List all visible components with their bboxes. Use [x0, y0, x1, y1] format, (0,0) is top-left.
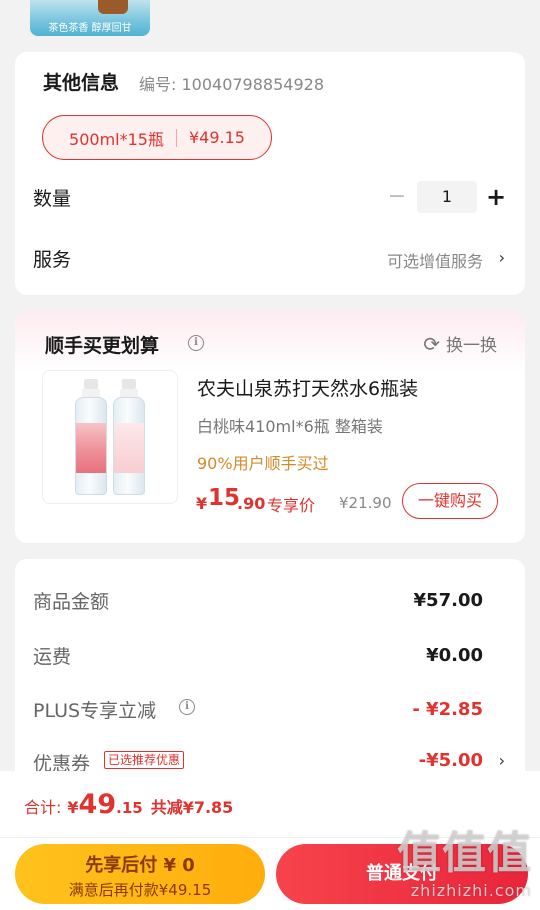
pay-later-subtitle: 满意后再付款¥49.15	[68, 881, 212, 899]
chevron-right-icon[interactable]: ›	[499, 751, 505, 770]
spec-option-selected[interactable]: 500ml*15瓶 ¥49.15	[42, 115, 272, 160]
swap-button[interactable]: ⟳ 换一换	[423, 331, 497, 357]
total-label: 合计:	[24, 798, 62, 817]
info-icon[interactable]: i	[179, 699, 195, 715]
deal-product-name[interactable]: 农夫山泉苏打天然水6瓶装	[197, 374, 418, 401]
divider	[0, 837, 540, 838]
other-info-title: 其他信息	[43, 72, 120, 94]
deal-price-decimal: .90	[237, 494, 266, 513]
service-value[interactable]: 可选增值服务	[387, 248, 483, 272]
summary-value-shipping: ¥0.00	[426, 645, 483, 666]
one-click-buy-button[interactable]: 一键购买	[402, 483, 498, 519]
total-savings: 共减¥7.85	[150, 798, 234, 817]
refresh-icon: ⟳	[423, 331, 440, 356]
bundle-deal-card: 顺手买更划算 i ⟳ 换一换 农夫山泉苏打天然水6瓶装 白桃味410ml*6瓶 …	[15, 311, 525, 543]
summary-label-goods: 商品金额	[33, 591, 110, 613]
product-image-decor	[98, 0, 128, 14]
spec-divider	[175, 128, 177, 147]
deal-product-image[interactable]	[42, 370, 178, 504]
summary-value-coupon[interactable]: -¥5.00	[419, 750, 483, 771]
spec-size: 500ml*15瓶	[69, 129, 164, 149]
total-amount: 合计: ¥ 49 .15 共减¥7.85	[24, 789, 233, 820]
deal-price-tag: 专享价	[267, 496, 316, 515]
deal-price-currency: ¥	[196, 494, 208, 513]
quantity-increase-button[interactable]: +	[485, 183, 507, 211]
deal-price-integer: 15	[208, 485, 241, 511]
deal-title: 顺手买更划算	[45, 335, 160, 357]
bottle-image	[113, 379, 145, 497]
bottle-image	[75, 379, 107, 497]
coupon-recommended-badge: 已选推荐优惠	[104, 751, 185, 769]
deal-product-hint: 90%用户顺手买过	[197, 454, 329, 473]
summary-value-goods: ¥57.00	[413, 590, 483, 611]
product-image-thumbnail: 茶色茶香 醇厚回甘	[30, 0, 150, 36]
swap-label: 换一换	[446, 336, 497, 356]
info-icon[interactable]: i	[188, 335, 204, 351]
deal-original-price: ¥21.90	[339, 494, 392, 512]
total-currency: ¥	[67, 798, 79, 817]
summary-label-shipping: 运费	[33, 646, 72, 668]
quantity-input[interactable]: 1	[417, 181, 477, 213]
pay-later-button[interactable]: 先享后付 ¥ 0 满意后再付款¥49.15	[15, 844, 265, 904]
summary-label-plus: PLUS专享立减	[33, 700, 157, 722]
product-image-caption: 茶色茶香 醇厚回甘	[48, 23, 132, 34]
quantity-decrease-button[interactable]: −	[387, 185, 407, 209]
normal-pay-button[interactable]: 普通支付	[276, 844, 528, 904]
other-info-card: 其他信息 编号: 10040798854928 500ml*15瓶 ¥49.15…	[15, 52, 525, 295]
sku-number: 编号: 10040798854928	[139, 75, 324, 94]
total-integer: 49	[78, 789, 117, 820]
summary-value-plus: - ¥2.85	[412, 699, 483, 720]
chevron-right-icon[interactable]: ›	[499, 248, 505, 267]
quantity-label: 数量	[33, 188, 72, 210]
total-decimal: .15	[116, 799, 143, 817]
checkout-bar: 合计: ¥ 49 .15 共减¥7.85 先享后付 ¥ 0 满意后再付款¥49.…	[0, 771, 540, 910]
spec-price: ¥49.15	[188, 128, 245, 147]
deal-product-spec: 白桃味410ml*6瓶 整箱装	[197, 417, 383, 436]
service-label: 服务	[33, 249, 72, 271]
pay-later-title: 先享后付 ¥ 0	[85, 855, 195, 876]
